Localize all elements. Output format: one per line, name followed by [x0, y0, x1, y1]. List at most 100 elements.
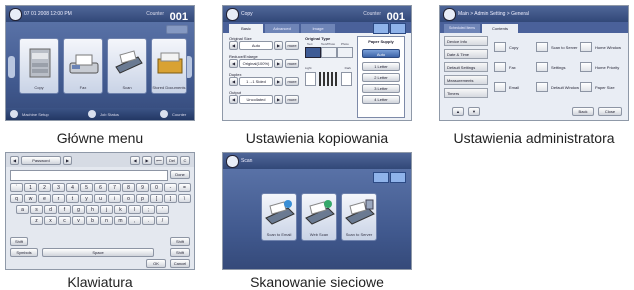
- key[interactable]: c: [58, 216, 71, 225]
- tab-advanced[interactable]: Advanced: [265, 24, 299, 33]
- counter-button-label[interactable]: Counter: [172, 112, 186, 117]
- key[interactable]: t: [66, 194, 79, 203]
- cursor-right-button[interactable]: ▶: [63, 156, 72, 165]
- text-type-button[interactable]: [305, 47, 321, 58]
- tray-4-button[interactable]: 4 Letter: [362, 95, 400, 104]
- tab-scheduled-items[interactable]: Scheduled Items: [444, 24, 480, 33]
- key[interactable]: y: [80, 194, 93, 203]
- machine-setup-icon[interactable]: [10, 110, 18, 118]
- tab-contents[interactable]: Contents: [482, 24, 518, 33]
- home-window-option-checkbox[interactable]: [580, 42, 592, 52]
- preview-button[interactable]: [373, 172, 389, 183]
- key[interactable]: n: [100, 216, 113, 225]
- key[interactable]: 0: [150, 183, 163, 192]
- key[interactable]: u: [94, 194, 107, 203]
- key[interactable]: \: [178, 194, 191, 203]
- ok-button[interactable]: OK: [146, 259, 166, 268]
- preview-button[interactable]: [373, 23, 389, 34]
- sidebar-item-measurements[interactable]: Measurements: [444, 75, 488, 85]
- sidebar-item-timers[interactable]: Timers: [444, 88, 488, 98]
- scan-to-email-tile[interactable]: Scan to Email: [261, 193, 297, 241]
- shift-right-key[interactable]: Shift: [170, 237, 190, 246]
- settings-option-checkbox[interactable]: [536, 62, 548, 72]
- machine-setup-label[interactable]: Machine Setup: [22, 112, 49, 117]
- key[interactable]: m: [114, 216, 127, 225]
- default-window-option-checkbox[interactable]: [536, 82, 548, 92]
- key[interactable]: `: [10, 183, 23, 192]
- start-button[interactable]: [390, 23, 406, 34]
- key[interactable]: a: [16, 205, 29, 214]
- key[interactable]: ]: [164, 194, 177, 203]
- key[interactable]: 6: [94, 183, 107, 192]
- shift-left-key[interactable]: Shift: [10, 237, 28, 246]
- textphoto-type-button[interactable]: [321, 47, 337, 58]
- tab-basic[interactable]: Basic: [229, 24, 263, 33]
- fax-option-checkbox[interactable]: [494, 62, 506, 72]
- input-field[interactable]: [10, 170, 168, 181]
- key[interactable]: /: [156, 216, 169, 225]
- key[interactable]: o: [122, 194, 135, 203]
- darkness-darker-button[interactable]: [341, 72, 352, 86]
- key[interactable]: -: [164, 183, 177, 192]
- delete-button[interactable]: Del: [166, 156, 178, 165]
- key[interactable]: j: [100, 205, 113, 214]
- key[interactable]: ,: [128, 216, 141, 225]
- home-icon[interactable]: [226, 8, 239, 21]
- home-icon[interactable]: [226, 155, 239, 168]
- increase-button[interactable]: ▶: [274, 41, 283, 50]
- key[interactable]: h: [86, 205, 99, 214]
- key[interactable]: e: [38, 194, 51, 203]
- key[interactable]: =: [178, 183, 191, 192]
- more-button[interactable]: more: [285, 41, 299, 50]
- key[interactable]: x: [44, 216, 57, 225]
- increase-button[interactable]: ▶: [274, 77, 283, 86]
- key[interactable]: g: [72, 205, 85, 214]
- nav-right-button[interactable]: ▶: [142, 156, 152, 165]
- scan-to-server-tile[interactable]: Scan to Server: [341, 193, 377, 241]
- decrease-button[interactable]: ◀: [229, 59, 238, 68]
- counter-button-icon[interactable]: [160, 110, 168, 118]
- scan-tile[interactable]: Scan: [107, 38, 147, 94]
- scroll-down-button[interactable]: ▼: [468, 107, 480, 116]
- fax-tile[interactable]: Fax: [63, 38, 103, 94]
- key[interactable]: l: [128, 205, 141, 214]
- decrease-button[interactable]: ◀: [229, 77, 238, 86]
- home-icon[interactable]: [443, 8, 456, 21]
- key[interactable]: i: [108, 194, 121, 203]
- more-button[interactable]: more: [285, 95, 299, 104]
- logout-button[interactable]: [166, 25, 188, 34]
- key[interactable]: ;: [142, 205, 155, 214]
- start-button[interactable]: [390, 172, 406, 183]
- home-icon[interactable]: [9, 8, 22, 21]
- key[interactable]: 5: [80, 183, 93, 192]
- stored-documents-tile[interactable]: Stored Documents: [151, 38, 187, 94]
- sidebar-item-date-time[interactable]: Date & Time: [444, 49, 488, 59]
- clear-button[interactable]: C: [180, 156, 190, 165]
- key[interactable]: .: [142, 216, 155, 225]
- key[interactable]: ': [156, 205, 169, 214]
- paper-auto-button[interactable]: Auto: [362, 49, 400, 58]
- scroll-left-button[interactable]: [8, 56, 15, 78]
- tray-1-button[interactable]: 1 Letter: [362, 62, 400, 71]
- key[interactable]: [: [150, 194, 163, 203]
- increase-button[interactable]: ▶: [274, 59, 283, 68]
- key[interactable]: f: [58, 205, 71, 214]
- backspace-button[interactable]: ⟵: [154, 156, 164, 165]
- copy-option-checkbox[interactable]: [494, 42, 506, 52]
- job-status-icon[interactable]: [88, 110, 96, 118]
- paper-size-option-checkbox[interactable]: [580, 82, 592, 92]
- web-scan-tile[interactable]: Web Scan: [301, 193, 337, 241]
- sidebar-item-default-settings[interactable]: Default Settings: [444, 62, 488, 72]
- key[interactable]: z: [30, 216, 43, 225]
- key[interactable]: q: [10, 194, 23, 203]
- scan-to-server-option-checkbox[interactable]: [536, 42, 548, 52]
- home-priority-option-checkbox[interactable]: [580, 62, 592, 72]
- photo-type-button[interactable]: [337, 47, 353, 58]
- email-option-checkbox[interactable]: [494, 82, 506, 92]
- key[interactable]: r: [52, 194, 65, 203]
- key[interactable]: 8: [122, 183, 135, 192]
- back-button[interactable]: Back: [572, 107, 594, 116]
- decrease-button[interactable]: ◀: [229, 95, 238, 104]
- key[interactable]: b: [86, 216, 99, 225]
- key[interactable]: p: [136, 194, 149, 203]
